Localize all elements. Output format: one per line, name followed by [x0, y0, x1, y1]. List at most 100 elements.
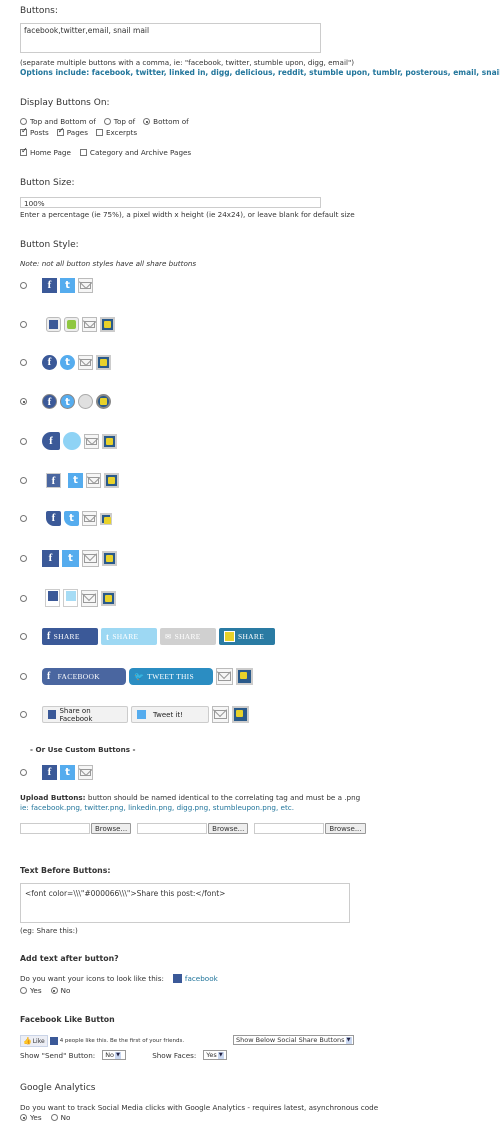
after-radio-yes[interactable]	[20, 987, 27, 994]
browse-button-1[interactable]: Browse...	[91, 823, 132, 834]
checkbox-category-archive[interactable]	[79, 149, 87, 156]
style-radio-2[interactable]	[20, 321, 27, 328]
fb-send-label: Show "Send" Button:	[20, 1050, 96, 1060]
style-option-12[interactable]: Share on Facebook Tweet it!	[20, 706, 249, 723]
style-radio-1[interactable]	[20, 282, 27, 289]
share-on-facebook-button: Share on Facebook	[42, 706, 128, 723]
upload-heading: Upload Buttons:	[20, 793, 86, 802]
fb-like-button[interactable]: 👍 Like	[20, 1035, 48, 1047]
chevron-down-icon: ▼	[217, 1051, 224, 1059]
style-radio-10[interactable]	[20, 633, 27, 640]
snail-mail-icon	[232, 706, 249, 723]
email-icon	[78, 765, 93, 780]
upload-file-input-1[interactable]	[20, 823, 90, 834]
style-option-8[interactable]: f t	[20, 550, 117, 567]
ga-radio-no[interactable]	[50, 1114, 58, 1121]
style-radio-custom[interactable]	[20, 769, 27, 776]
style-option-custom[interactable]: f t	[20, 765, 93, 780]
facebook-icon	[45, 589, 60, 607]
facebook-icon: f	[42, 394, 57, 409]
email-share-button: ✉ SHARE	[160, 628, 216, 645]
style-radio-9[interactable]	[20, 594, 27, 602]
text-before-textarea[interactable]: <font color=\\\"#000066\\\">Share this p…	[20, 883, 350, 923]
chevron-down-icon: ▼	[345, 1036, 352, 1044]
style-note: Note: not all button styles have all sha…	[20, 259, 197, 268]
ga-label-yes: Yes	[30, 1113, 42, 1122]
facebook-icon	[46, 317, 61, 332]
label-top-and-bottom: Top and Bottom of	[30, 117, 96, 126]
radio-bottom[interactable]	[143, 118, 151, 125]
size-input[interactable]: 100%	[20, 197, 321, 208]
ga-radio-yes[interactable]	[20, 1114, 27, 1121]
style-radio-7[interactable]	[20, 515, 27, 522]
radio-top-and-bottom[interactable]	[20, 118, 27, 125]
snail-mail-icon	[102, 433, 117, 449]
email-icon	[216, 668, 233, 685]
snail-mail-icon	[101, 590, 116, 606]
upload-desc: button should be named identical to the …	[87, 793, 361, 802]
style-radio-6[interactable]	[20, 477, 27, 484]
style-radio-3[interactable]	[20, 359, 27, 366]
style-option-2[interactable]	[20, 317, 115, 332]
tweet-this-button: 🐦 TWEET THIS	[129, 668, 213, 685]
upload-file-input-2[interactable]	[137, 823, 208, 834]
twitter-icon	[63, 432, 81, 450]
email-icon	[86, 473, 101, 488]
twitter-icon	[64, 317, 79, 332]
facebook-icon: f	[42, 355, 57, 370]
facebook-icon: f	[46, 511, 61, 526]
style-option-3[interactable]: f t	[20, 355, 111, 370]
email-icon	[81, 589, 98, 607]
buttons-textarea[interactable]: facebook,twitter,email, snail mail	[20, 23, 321, 53]
browse-button-3[interactable]: Browse...	[325, 823, 366, 834]
style-radio-4[interactable]	[20, 398, 27, 405]
browse-button-2[interactable]: Browse...	[208, 823, 249, 834]
style-option-11[interactable]: f FACEBOOK 🐦 TWEET THIS	[20, 668, 253, 685]
email-icon	[78, 355, 93, 370]
style-radio-11[interactable]	[20, 673, 27, 680]
twitter-share-button: t SHARE	[101, 628, 157, 645]
display-heading: Display Buttons On:	[20, 98, 110, 108]
style-radio-12[interactable]	[20, 711, 27, 718]
fb-send-select[interactable]: No ▼	[102, 1050, 127, 1060]
label-category-archive: Category and Archive Pages	[89, 148, 192, 157]
after-radio-no[interactable]	[50, 987, 58, 994]
label-top: Top of	[113, 117, 136, 126]
style-option-10[interactable]: f SHARE t SHARE ✉ SHARE SHARE	[20, 628, 275, 645]
style-option-4[interactable]: f t	[20, 394, 111, 409]
checkbox-home-page[interactable]	[20, 146, 28, 156]
style-option-5[interactable]: f	[20, 432, 117, 450]
snail-mail-icon	[104, 473, 119, 488]
style-radio-5[interactable]	[20, 437, 27, 445]
twitter-icon: t	[60, 394, 75, 409]
size-heading: Button Size:	[20, 178, 75, 188]
fb-like-position-select[interactable]: Show Below Social Share Buttons ▼	[233, 1035, 354, 1045]
checkbox-posts[interactable]	[20, 126, 28, 136]
checkbox-excerpts[interactable]	[95, 129, 103, 136]
snail-mail-icon	[96, 394, 111, 409]
label-home-page: Home Page	[30, 148, 71, 157]
label-bottom: Bottom of	[153, 117, 189, 126]
size-help: Enter a percentage (ie 75%), a pixel wid…	[20, 210, 355, 219]
facebook-icon: f	[42, 278, 57, 293]
twitter-icon: t	[64, 511, 79, 526]
facebook-icon	[49, 1037, 58, 1045]
fb-faces-select[interactable]: Yes ▼	[203, 1050, 228, 1060]
style-option-9[interactable]	[20, 589, 116, 607]
radio-top[interactable]	[103, 118, 111, 125]
facebook-icon	[172, 974, 182, 983]
checkbox-pages[interactable]	[56, 126, 64, 136]
after-sample-link[interactable]: facebook	[185, 974, 218, 983]
style-option-1[interactable]: f t	[20, 278, 93, 293]
facebook-icon: f	[42, 432, 60, 450]
label-excerpts: Excerpts	[105, 128, 138, 137]
style-radio-8[interactable]	[20, 555, 27, 562]
buttons-help: (separate multiple buttons with a comma,…	[20, 58, 355, 67]
twitter-icon: t	[60, 355, 75, 370]
snail-mail-icon	[100, 317, 115, 332]
style-option-6[interactable]: f t	[20, 473, 119, 488]
upload-file-input-3[interactable]	[254, 823, 325, 834]
email-icon	[84, 433, 99, 449]
snail-mail-icon	[96, 355, 111, 370]
style-option-7[interactable]: f t	[20, 511, 112, 526]
